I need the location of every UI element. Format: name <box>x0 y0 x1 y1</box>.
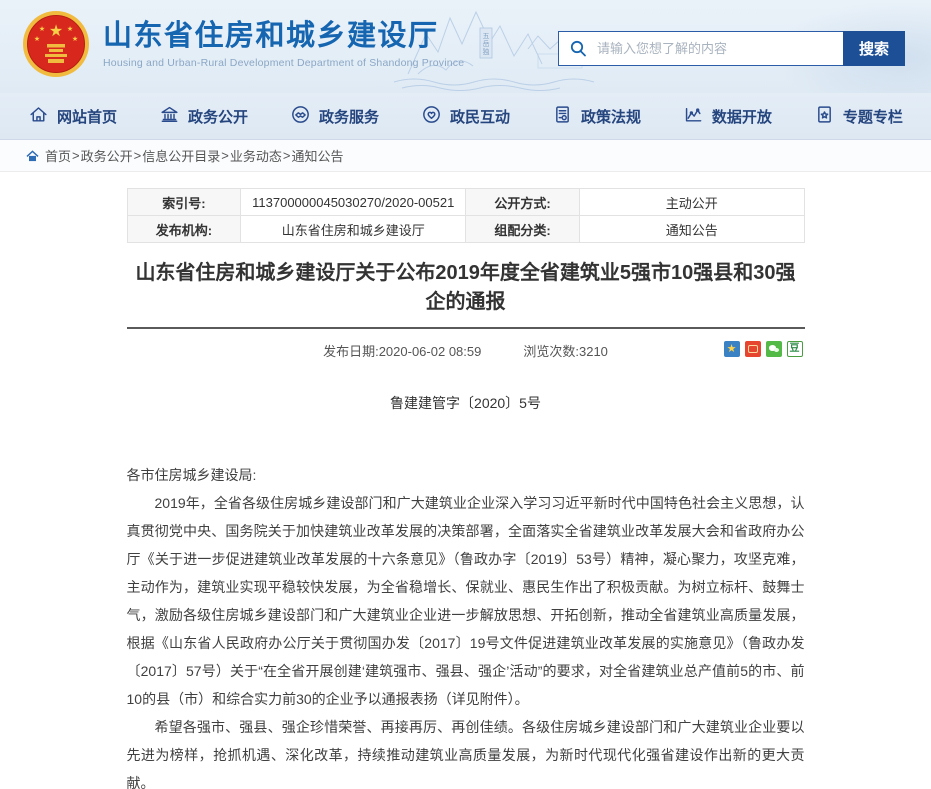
publish-info-row: 发布日期:2020-06-02 08:59 浏览次数:3210 ★ 豆 <box>127 341 805 359</box>
svg-text:★: ★ <box>67 25 73 33</box>
view-count-label: 浏览次数: <box>523 344 579 359</box>
breadcrumb-separator: > <box>72 148 80 163</box>
svg-text:岳: 岳 <box>483 40 490 48</box>
site-subtitle-en: Housing and Urban-Rural Development Depa… <box>103 57 464 69</box>
nav-item-label: 政策法规 <box>581 106 641 127</box>
search-button[interactable]: 搜索 <box>843 31 905 66</box>
main-nav: 网站首页 政务公开 政务服务 政民互动 政策法规 数据开放 专题专栏 <box>0 93 931 140</box>
breadcrumb-separator: > <box>134 148 142 163</box>
meta-index-value: 113700000045030270/2020-00521 <box>241 189 466 216</box>
nav-item-open-data[interactable]: 数据开放 <box>683 104 772 129</box>
table-row: 索引号: 113700000045030270/2020-00521 公开方式:… <box>127 189 804 216</box>
heart-icon <box>421 104 442 129</box>
share-wechat-icon[interactable] <box>766 341 782 357</box>
breadcrumb-separator: > <box>221 148 229 163</box>
page-title: 山东省住房和城乡建设厅关于公布2019年度全省建筑业5强市10强县和30强企的通… <box>127 259 805 317</box>
meta-category-value: 通知公告 <box>579 216 804 243</box>
svg-text:★: ★ <box>34 35 40 43</box>
nav-item-label: 政务服务 <box>319 106 379 127</box>
breadcrumb-item-home[interactable]: 首页 <box>45 146 71 165</box>
share-qzone-icon[interactable]: ★ <box>724 341 740 357</box>
data-chart-icon <box>683 104 704 129</box>
view-count: 浏览次数:3210 <box>523 341 608 360</box>
meta-category-label: 组配分类: <box>466 216 580 243</box>
site-header: 五 岳 独 ★ ★ ★ ★ ★ <box>0 0 931 93</box>
view-count-value: 3210 <box>579 344 608 359</box>
search-icon <box>559 39 597 58</box>
handshake-icon <box>290 104 311 129</box>
svg-text:★: ★ <box>49 21 63 40</box>
body-paragraph: 希望各强市、强县、强企珍惜荣誉、再接再厉、再创佳绩。各级住房城乡建设部门和广大建… <box>127 713 805 789</box>
breadcrumb-item-notices[interactable]: 通知公告 <box>291 146 343 165</box>
breadcrumb-item-business-news[interactable]: 业务动态 <box>230 146 282 165</box>
salutation: 各市住房城乡建设局: <box>127 461 805 489</box>
breadcrumb-item-gov-disclosure[interactable]: 政务公开 <box>81 146 133 165</box>
svg-text:独: 独 <box>483 47 490 56</box>
svg-text:★: ★ <box>72 35 78 43</box>
meta-index-label: 索引号: <box>127 189 241 216</box>
search-input[interactable] <box>597 32 843 65</box>
nav-item-label: 政务公开 <box>188 106 248 127</box>
nav-item-label: 数据开放 <box>712 106 772 127</box>
nav-item-special-columns[interactable]: 专题专栏 <box>814 104 903 129</box>
page: 五 岳 独 ★ ★ ★ ★ ★ <box>0 0 931 789</box>
publish-date-value: 2020-06-02 08:59 <box>379 344 482 359</box>
table-row: 发布机构: 山东省住房和城乡建设厅 组配分类: 通知公告 <box>127 216 804 243</box>
document-number: 鲁建建管字〔2020〕5号 <box>127 393 805 413</box>
document-meta-table: 索引号: 113700000045030270/2020-00521 公开方式:… <box>127 188 805 243</box>
nav-item-public-interaction[interactable]: 政民互动 <box>421 104 510 129</box>
meta-disclosure-method-value: 主动公开 <box>579 189 804 216</box>
article-content: 索引号: 113700000045030270/2020-00521 公开方式:… <box>127 172 805 789</box>
nav-item-label: 专题专栏 <box>843 106 903 127</box>
site-search: 搜索 <box>558 31 905 66</box>
publish-date: 发布日期:2020-06-02 08:59 <box>323 341 481 360</box>
government-building-icon <box>159 104 180 129</box>
svg-text:★: ★ <box>39 25 45 33</box>
meta-disclosure-method-label: 公开方式: <box>466 189 580 216</box>
publish-date-label: 发布日期: <box>323 344 379 359</box>
home-icon <box>28 104 49 129</box>
meta-issuer-value: 山东省住房和城乡建设厅 <box>241 216 466 243</box>
site-title: 山东省住房和城乡建设厅 <box>103 19 464 53</box>
nav-item-label: 网站首页 <box>57 106 117 127</box>
home-icon <box>26 150 39 162</box>
share-douban-icon[interactable]: 豆 <box>787 341 803 357</box>
meta-issuer-label: 发布机构: <box>127 216 241 243</box>
breadcrumb-separator: > <box>283 148 291 163</box>
site-brand: ★ ★ ★ ★ ★ 山东省住房和城乡建设厅 Housing and Urban-… <box>22 10 464 78</box>
svg-text:五: 五 <box>483 32 490 40</box>
nav-item-home[interactable]: 网站首页 <box>28 104 117 129</box>
share-weibo-icon[interactable] <box>745 341 761 357</box>
nav-item-gov-services[interactable]: 政务服务 <box>290 104 379 129</box>
nav-item-gov-disclosure[interactable]: 政务公开 <box>159 104 248 129</box>
breadcrumb: 首页 > 政务公开 > 信息公开目录 > 业务动态 > 通知公告 <box>0 140 931 172</box>
body-paragraph: 2019年，全省各级住房城乡建设部门和广大建筑业企业深入学习习近平新时代中国特色… <box>127 489 805 713</box>
title-divider <box>127 327 805 329</box>
share-icons: ★ 豆 <box>724 341 803 357</box>
nav-item-label: 政民互动 <box>450 106 510 127</box>
nav-item-policies[interactable]: 政策法规 <box>552 104 641 129</box>
national-emblem-logo: ★ ★ ★ ★ ★ <box>22 10 90 78</box>
star-document-icon <box>814 104 835 129</box>
breadcrumb-item-info-catalog[interactable]: 信息公开目录 <box>142 146 220 165</box>
policy-document-icon <box>552 104 573 129</box>
